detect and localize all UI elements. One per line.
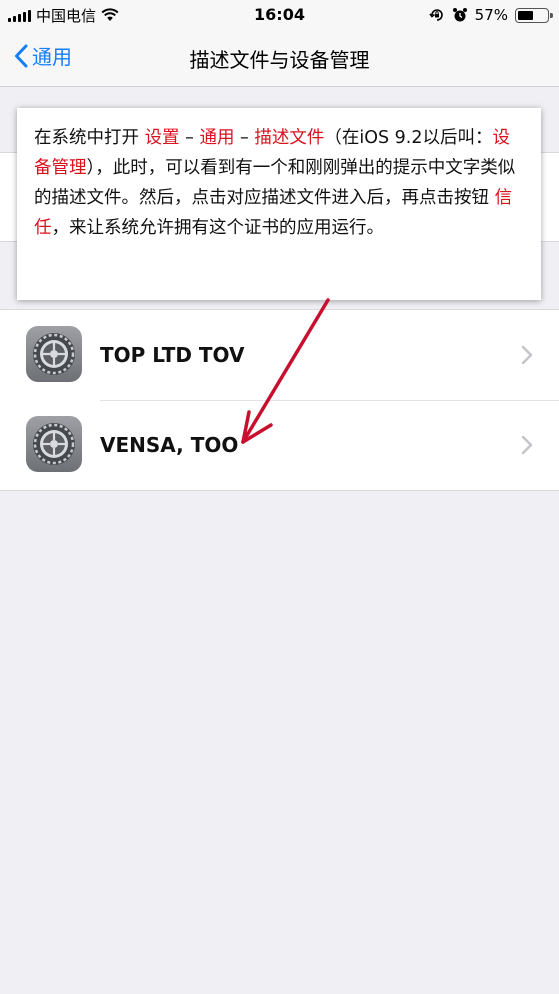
callout-segment: （在iOS 9.2以后叫： [324,128,493,148]
callout-highlight: 设置 [144,128,180,148]
status-bar: 中国电信 16:04 57% [0,0,559,30]
alarm-icon [452,8,467,22]
callout-segment: ，来让系统允许拥有这个证书的应用运行。 [51,218,385,238]
callout-highlight: 通用 [199,128,235,148]
battery-icon [515,7,553,23]
battery-level [518,10,533,20]
settings-gear-icon [26,416,82,472]
status-right: 57% [429,5,553,25]
battery-percent: 57% [474,6,508,24]
chevron-right-icon [521,435,533,455]
callout-segment: – [234,128,255,148]
page-title: 描述文件与设备管理 [189,48,370,72]
callout-segment: – [179,128,200,148]
callout-segment: ），此时，可以看到有一个和刚刚弹出的提示中文字类似的描述文件。然后，点击对应描述… [34,158,516,208]
chevron-right-icon [521,345,533,365]
callout-text: 在系统中打开 设置 – 通用 – 描述文件（在iOS 9.2以后叫：设备管理），… [34,128,515,238]
profile-name: VENSA, TOO [100,433,239,457]
profiles-list: TOP LTD TOV VENSA, TOO [0,309,559,491]
orientation-lock-icon [429,9,443,21]
profile-row-vensa-too[interactable]: VENSA, TOO [0,400,559,490]
instruction-callout: 在系统中打开 设置 – 通用 – 描述文件（在iOS 9.2以后叫：设备管理），… [17,108,541,300]
navigation-bar: 通用 描述文件与设备管理 [0,30,559,87]
settings-gear-icon [26,326,82,382]
profile-row-top-ltd-tov[interactable]: TOP LTD TOV [0,310,559,401]
profile-name: TOP LTD TOV [100,343,245,367]
callout-highlight: 描述文件 [254,128,325,148]
callout-segment: 在系统中打开 [34,128,145,148]
